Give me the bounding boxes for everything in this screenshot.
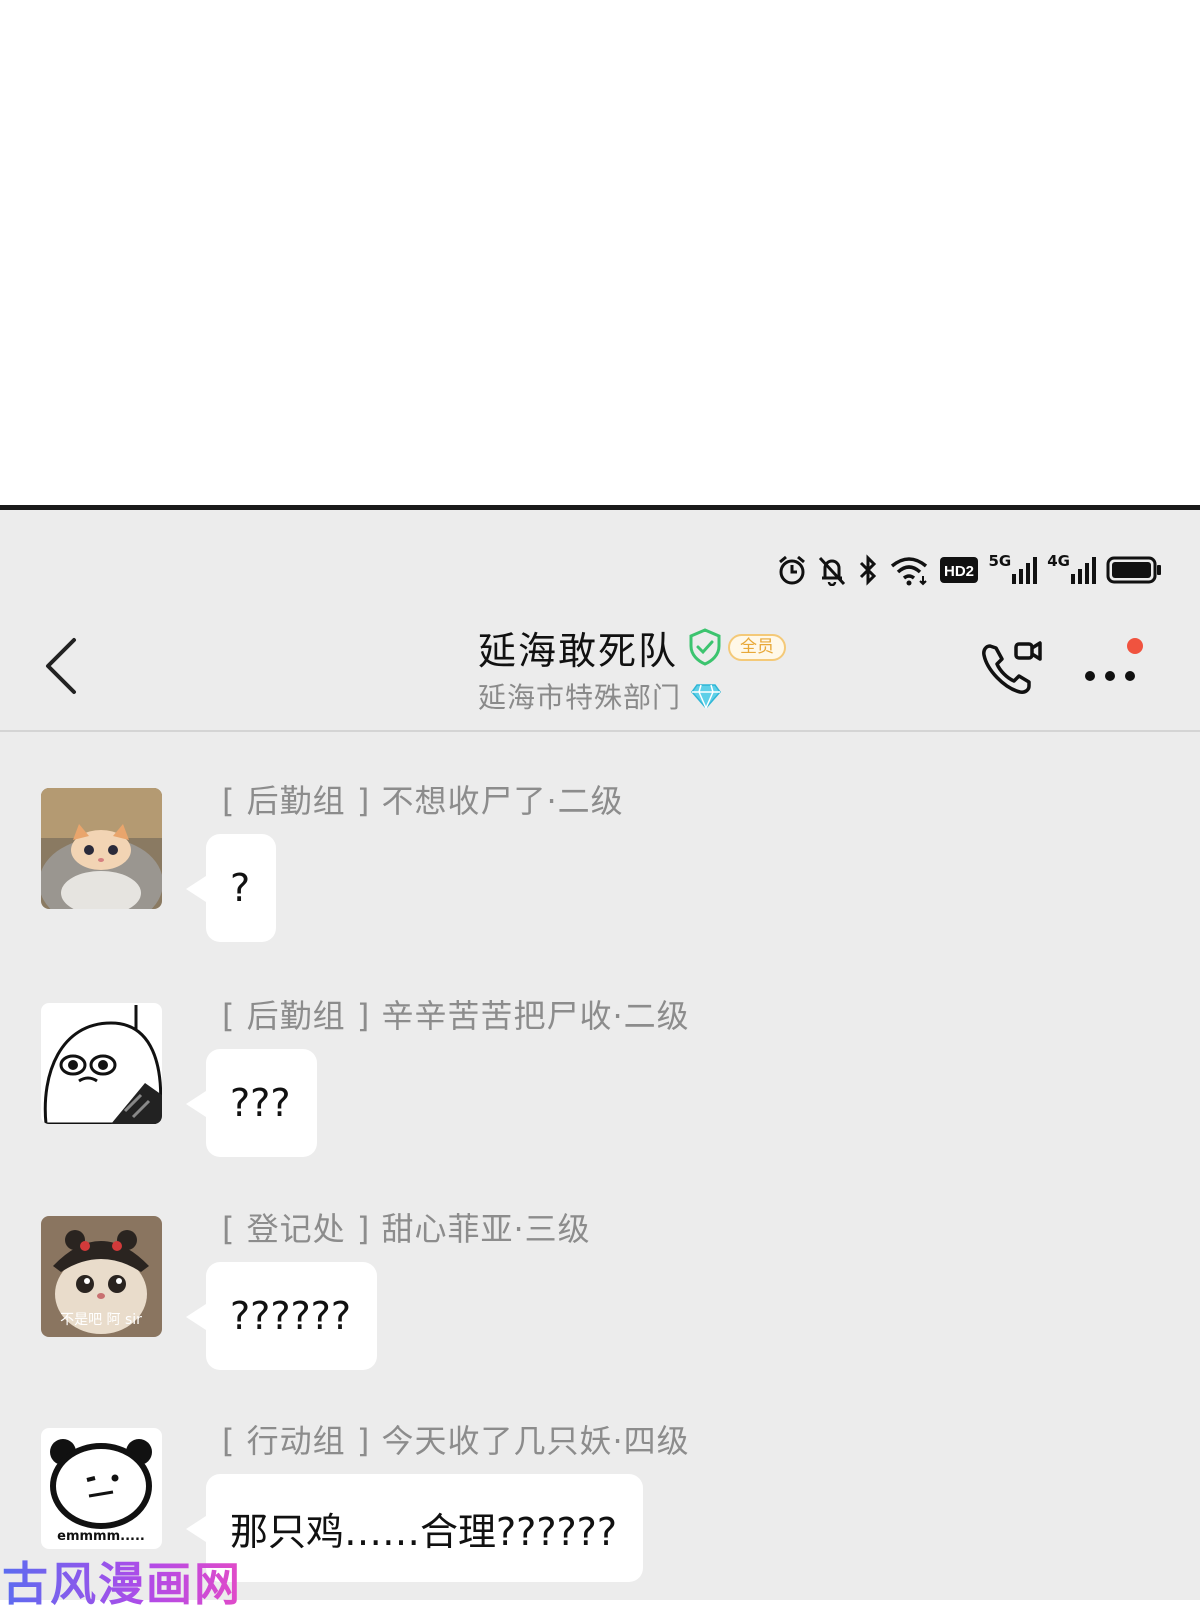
alarm-icon: [778, 555, 805, 585]
wifi-icon: [890, 557, 927, 586]
hd-icon: HD2: [939, 557, 978, 583]
message-bubble[interactable]: ???: [186, 1049, 317, 1157]
cat-in-pot-avatar[interactable]: [41, 788, 162, 909]
svg-text:不是吧 阿 sir: 不是吧 阿 sir: [60, 1312, 142, 1328]
sender-name: [ 登记处 ] 甜心菲亚·三级: [222, 1210, 591, 1248]
diamond-icon: [691, 684, 721, 709]
panda-meme-avatar[interactable]: emmmm.....: [41, 1428, 162, 1549]
svg-text:emmmm.....: emmmm.....: [57, 1529, 145, 1544]
message-bubble[interactable]: ??????: [185, 1262, 378, 1370]
crying-cartoon-avatar[interactable]: [41, 1003, 162, 1124]
sender-name: [ 后勤组 ] 辛辛苦苦把尸收·二级: [222, 997, 690, 1035]
battery-icon: [1106, 556, 1161, 584]
message-bubble[interactable]: 那只鸡……合理??????: [185, 1474, 644, 1582]
signal-5g-icon: 5G: [989, 554, 1038, 586]
video-call-button[interactable]: [978, 636, 1042, 700]
cat-with-hat-avatar[interactable]: 不是吧 阿 sir: [41, 1216, 162, 1337]
signal-4g-icon: 4G: [1047, 554, 1096, 586]
network-5g-label: 5G: [988, 552, 1012, 570]
sender-name: [ 行动组 ] 今天收了几只妖·四级: [222, 1422, 690, 1460]
group-title-block[interactable]: 延海敢死队 全员 延海市特殊部门: [478, 620, 787, 716]
blank-panel-area: [0, 0, 1200, 507]
chat-header: 延海敢死队 全员 延海市特殊部门: [0, 606, 1200, 732]
more-options-button[interactable]: [1082, 634, 1152, 694]
bluetooth-icon: [859, 554, 876, 586]
bell-off-icon: [818, 556, 845, 586]
site-watermark: 古风漫画网: [2, 1548, 242, 1614]
svg-text:HD2: HD2: [943, 563, 973, 580]
notification-dot: [1127, 638, 1143, 654]
group-title: 延海敢死队: [478, 628, 679, 673]
back-button[interactable]: [40, 636, 84, 696]
sender-name: [ 后勤组 ] 不想收尸了·二级: [222, 782, 624, 820]
network-4g-label: 4G: [1047, 552, 1070, 570]
group-subtitle: 延海市特殊部门: [478, 681, 682, 714]
chat-screen: HD2 5G 4G 延海敢死队 全员 延海市特殊部门 [后勤组] 不想收尸了…: [0, 510, 1200, 1600]
message-bubble[interactable]: ?: [185, 834, 277, 942]
all-members-badge: 全员: [728, 633, 787, 661]
verified-shield-icon: [689, 628, 721, 666]
status-bar: HD2 5G 4G: [777, 550, 1163, 590]
